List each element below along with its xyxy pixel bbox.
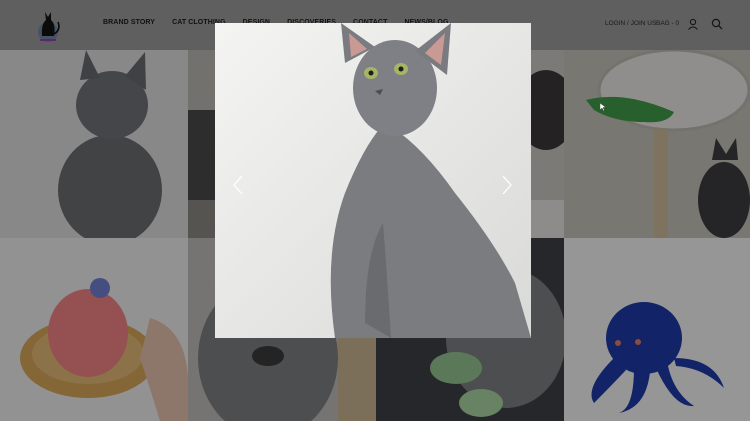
lightbox-prev-arrow[interactable] [231, 174, 245, 196]
lightbox-image [215, 23, 531, 338]
mouse-cursor-icon [599, 98, 607, 112]
lightbox-next-arrow[interactable] [500, 174, 514, 196]
lightbox-modal [215, 23, 531, 338]
